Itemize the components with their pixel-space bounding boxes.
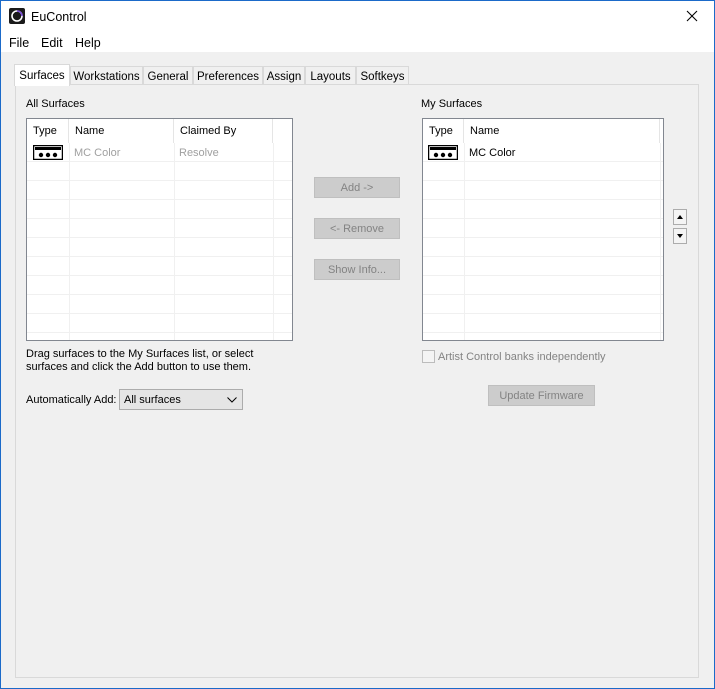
app-window: EuControl File Edit Help Surfaces Workst… — [0, 0, 715, 689]
tab-assign[interactable]: Assign — [263, 66, 305, 86]
table-row — [423, 238, 663, 257]
col-header-type[interactable]: Type — [27, 119, 69, 143]
show-info-button[interactable]: Show Info... — [314, 259, 400, 280]
eucontrol-app-icon — [9, 8, 25, 24]
hint-line-1: Drag surfaces to the My Surfaces list, o… — [26, 348, 254, 360]
table-row — [27, 219, 292, 238]
control-surface-icon — [33, 145, 63, 160]
menu-help[interactable]: Help — [75, 36, 101, 50]
menu-bar: File Edit Help — [1, 32, 714, 52]
title-bar: EuControl — [1, 1, 714, 32]
move-down-button[interactable] — [673, 228, 687, 244]
close-button[interactable] — [670, 1, 714, 32]
chevron-down-icon — [227, 397, 237, 403]
table-row — [423, 314, 663, 333]
table-row — [423, 295, 663, 314]
triangle-down-icon — [677, 234, 683, 238]
window-title: EuControl — [31, 10, 87, 24]
table-row — [423, 276, 663, 295]
table-row — [423, 257, 663, 276]
surface-claimed-by: Resolve — [179, 147, 219, 159]
tab-preferences[interactable]: Preferences — [193, 66, 263, 86]
table-row — [27, 276, 292, 295]
table-row — [27, 238, 292, 257]
menu-file[interactable]: File — [9, 36, 29, 50]
triangle-up-icon — [677, 215, 683, 219]
my-surfaces-table[interactable]: Type Name MC Color — [422, 118, 664, 341]
table-row — [423, 219, 663, 238]
all-surfaces-table[interactable]: Type Name Claimed By MC Color Resolve — [26, 118, 293, 341]
tab-surfaces[interactable]: Surfaces — [14, 64, 70, 86]
add-button[interactable]: Add -> — [314, 177, 400, 198]
auto-add-label: Automatically Add: — [26, 394, 117, 406]
artist-control-checkbox[interactable] — [422, 350, 435, 363]
move-up-button[interactable] — [673, 209, 687, 225]
tab-general[interactable]: General — [143, 66, 193, 86]
surface-name: MC Color — [469, 147, 516, 159]
remove-button[interactable]: <- Remove — [314, 218, 400, 239]
control-surface-icon — [428, 145, 458, 160]
artist-control-label: Artist Control banks independently — [438, 351, 606, 363]
tab-layouts[interactable]: Layouts — [305, 66, 356, 86]
table-row — [27, 200, 292, 219]
table-row — [27, 257, 292, 276]
tab-workstations[interactable]: Workstations — [70, 66, 143, 86]
col-header-name[interactable]: Name — [69, 119, 174, 143]
table-row — [423, 181, 663, 200]
table-row — [27, 162, 292, 181]
tab-softkeys[interactable]: Softkeys — [356, 66, 409, 86]
surface-name: MC Color — [74, 147, 121, 159]
table-row — [27, 314, 292, 333]
table-row — [27, 295, 292, 314]
table-row[interactable]: MC Color — [423, 143, 663, 162]
my-surfaces-title: My Surfaces — [421, 98, 483, 110]
all-surfaces-title: All Surfaces — [26, 98, 85, 110]
auto-add-select[interactable]: All surfaces — [119, 389, 243, 410]
table-row[interactable]: MC Color Resolve — [27, 143, 292, 162]
col-header-name[interactable]: Name — [464, 119, 660, 143]
col-header-claimed-by[interactable]: Claimed By — [174, 119, 273, 143]
col-header-type[interactable]: Type — [423, 119, 464, 143]
close-icon — [686, 10, 698, 22]
table-row — [423, 162, 663, 181]
menu-edit[interactable]: Edit — [41, 36, 63, 50]
auto-add-value: All surfaces — [124, 394, 181, 406]
table-row — [27, 181, 292, 200]
hint-line-2: surfaces and click the Add button to use… — [26, 361, 252, 373]
table-row — [423, 200, 663, 219]
update-firmware-button[interactable]: Update Firmware — [488, 385, 595, 406]
